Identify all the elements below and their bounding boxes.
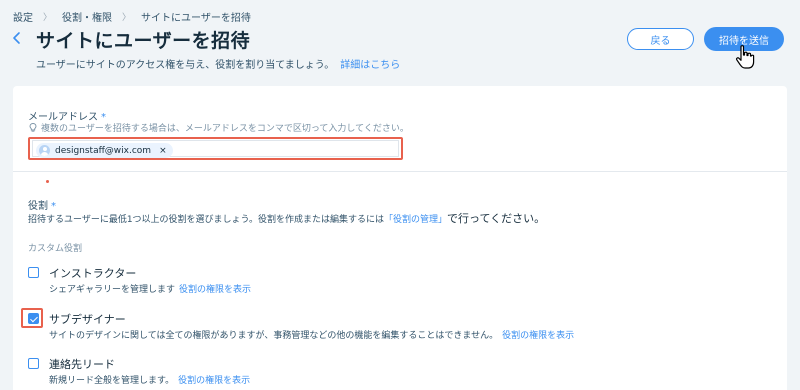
- role-desc-text: サイトのデザインに関しては全ての権限がありますが、事務管理などの他の機能を編集す…: [49, 331, 499, 341]
- subtitle-text: ユーザーにサイトのアクセス権を与え、役割を割り当てましょう。: [36, 60, 335, 71]
- close-icon[interactable]: ×: [159, 146, 167, 156]
- email-hint: 複数のユーザーを招待する場合は、メールアドレスをコンマで区切って入力してください…: [28, 121, 409, 134]
- role-desc: シェアギャラリーを管理します 役割の権限を表示: [49, 282, 251, 295]
- email-input[interactable]: designstaff@wix.com ×: [32, 140, 399, 158]
- role-desc: サイトのデザインに関しては全ての権限がありますが、事務管理などの他の機能を編集す…: [49, 328, 574, 341]
- roles-hint-text: 招待するユーザーに最低1つ以上の役割を選びましょう。役割を作成または編集するには: [28, 215, 385, 225]
- breadcrumb: 設定 〉 役割・権限 〉 サイトにユーザーを招待: [13, 9, 251, 24]
- chevron-right-icon: 〉: [122, 13, 132, 23]
- custom-roles-heading: カスタム役割: [28, 244, 83, 254]
- section-divider: [13, 171, 787, 172]
- role-title: 連絡先リード: [49, 358, 115, 371]
- avatar-icon: [39, 145, 50, 156]
- role-checkbox-instructor[interactable]: [28, 267, 39, 278]
- role-checkbox-sub-designer[interactable]: [28, 313, 39, 324]
- roles-hint-end: で行ってください。: [447, 212, 546, 225]
- chevron-left-icon[interactable]: [11, 30, 23, 46]
- back-button[interactable]: 戻る: [627, 28, 694, 50]
- page-title: サイトにユーザーを招待: [36, 30, 251, 52]
- error-dot: [46, 180, 49, 183]
- view-permissions-link[interactable]: 役割の権限を表示: [502, 331, 574, 341]
- role-desc-text: シェアギャラリーを管理します: [49, 285, 176, 295]
- view-permissions-link[interactable]: 役割の権限を表示: [179, 285, 251, 295]
- email-chip: designstaff@wix.com ×: [36, 143, 173, 158]
- roles-hint: 招待するユーザーに最低1つ以上の役割を選びましょう。役割を作成または編集するには…: [28, 210, 545, 226]
- role-checkbox-contact-leads[interactable]: [28, 358, 39, 369]
- manage-roles-link[interactable]: 「役割の管理」: [384, 215, 447, 225]
- role-title: インストラクター: [49, 267, 137, 280]
- chevron-right-icon: 〉: [43, 13, 53, 23]
- email-hint-text: 複数のユーザーを招待する場合は、メールアドレスをコンマで区切って入力してください…: [41, 124, 409, 134]
- learn-more-link[interactable]: 詳細はこちら: [340, 60, 400, 71]
- breadcrumb-roles[interactable]: 役割・権限: [62, 9, 112, 24]
- email-highlight: designstaff@wix.com ×: [28, 137, 403, 160]
- breadcrumb-settings[interactable]: 設定: [13, 9, 33, 24]
- role-title: サブデザイナー: [49, 313, 126, 326]
- role-desc: 新規リード全般を管理します。 役割の権限を表示: [49, 373, 250, 386]
- page-subtitle: ユーザーにサイトのアクセス権を与え、役割を割り当てましょう。 詳細はこちら: [36, 56, 400, 71]
- email-chip-text: designstaff@wix.com: [55, 145, 152, 156]
- breadcrumb-current: サイトにユーザーを招待: [141, 13, 251, 24]
- role-desc-text: 新規リード全般を管理します。: [49, 376, 175, 386]
- lightbulb-icon: [29, 123, 37, 132]
- hand-pointer-icon: [736, 45, 755, 69]
- view-permissions-link[interactable]: 役割の権限を表示: [178, 376, 250, 386]
